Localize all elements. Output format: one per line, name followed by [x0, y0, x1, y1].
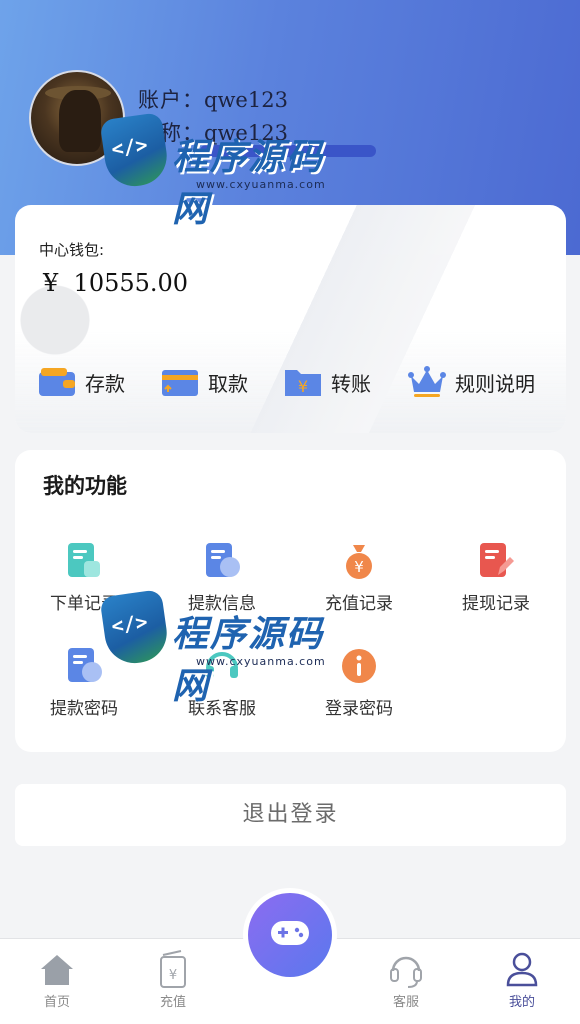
yen-folder-icon: ¥ — [283, 364, 323, 400]
wallet-label: 中心钱包: — [39, 241, 105, 259]
headset-icon — [386, 949, 426, 989]
edit-document-icon — [476, 541, 516, 581]
my-functions-card: 我的功能 下单记录 提款信息 ¥ 充值记录 提现记录 提款密码 联系客服 登录密… — [15, 450, 566, 752]
tab-mine-label: 我的 — [508, 995, 535, 1010]
nickname-line: 昵称：qwe123 — [138, 117, 288, 147]
transfer-button[interactable]: ¥ 转账 — [283, 360, 371, 404]
account-label: 账户： — [138, 88, 204, 112]
balance-value: 10555.00 — [73, 269, 189, 297]
account-line: 账户：qwe123 — [138, 84, 288, 114]
contact-service-item[interactable]: 联系客服 — [157, 646, 287, 719]
avatar-figure-shape — [59, 90, 101, 152]
tab-service[interactable]: 客服 — [366, 949, 446, 1010]
recharge-icon: ¥ — [153, 949, 193, 989]
login-password-label: 登录密码 — [325, 699, 393, 719]
contact-service-label: 联系客服 — [188, 699, 256, 719]
withdraw-info-label: 提款信息 — [188, 594, 256, 614]
level-progress-bar — [200, 145, 376, 157]
transfer-label: 转账 — [331, 371, 371, 396]
svg-text:¥: ¥ — [298, 377, 308, 396]
tab-recharge[interactable]: ¥ 充值 — [133, 949, 213, 1010]
order-record-label: 下单记录 — [50, 594, 118, 614]
rules-label: 规则说明 — [455, 371, 535, 396]
tab-recharge-label: 充值 — [159, 995, 186, 1010]
deposit-button[interactable]: 存款 — [37, 360, 125, 404]
info-icon — [339, 646, 379, 686]
withdraw-password-label: 提款密码 — [50, 699, 118, 719]
currency-symbol: ¥ — [43, 269, 59, 297]
crown-icon — [407, 364, 447, 400]
tab-service-label: 客服 — [392, 995, 419, 1010]
tab-home[interactable]: 首页 — [17, 949, 97, 1010]
customer-service-icon — [202, 646, 242, 686]
tab-mine[interactable]: 我的 — [482, 949, 562, 1010]
svg-text:¥: ¥ — [169, 968, 177, 983]
gamepad-icon — [269, 917, 311, 953]
rules-button[interactable]: 规则说明 — [407, 360, 535, 404]
recharge-record-item[interactable]: ¥ 充值记录 — [294, 541, 424, 614]
withdrawal-record-item[interactable]: 提现记录 — [431, 541, 561, 614]
deposit-label: 存款 — [85, 371, 125, 396]
withdraw-password-item[interactable]: 提款密码 — [19, 646, 149, 719]
withdraw-info-icon — [202, 541, 242, 581]
login-password-item[interactable]: 登录密码 — [294, 646, 424, 719]
wallet-card: 中心钱包: ¥ 10555.00 存款 取款 ¥ 转账 规则说明 — [15, 205, 566, 433]
center-game-button[interactable] — [248, 893, 332, 977]
recharge-record-label: 充值记录 — [325, 594, 393, 614]
order-record-item[interactable]: 下单记录 — [19, 541, 149, 614]
avatar[interactable] — [29, 70, 125, 166]
card-withdraw-icon — [160, 364, 200, 400]
withdraw-label: 取款 — [208, 371, 248, 396]
tab-home-label: 首页 — [43, 995, 70, 1010]
nickname-label: 昵称： — [138, 121, 204, 145]
svg-text:¥: ¥ — [354, 558, 364, 576]
withdraw-info-item[interactable]: 提款信息 — [157, 541, 287, 614]
order-record-icon — [64, 541, 104, 581]
home-icon — [37, 949, 77, 989]
functions-title: 我的功能 — [43, 474, 127, 498]
withdraw-button[interactable]: 取款 — [160, 360, 248, 404]
account-value: qwe123 — [204, 88, 288, 112]
wallet-icon — [37, 364, 77, 400]
nickname-value: qwe123 — [204, 121, 288, 145]
withdraw-password-icon — [64, 646, 104, 686]
money-bag-icon: ¥ — [339, 541, 379, 581]
user-icon — [502, 949, 542, 989]
logout-button[interactable]: 退出登录 — [15, 784, 566, 846]
wallet-amount: ¥ 10555.00 — [43, 269, 188, 297]
withdrawal-record-label: 提现记录 — [462, 594, 530, 614]
